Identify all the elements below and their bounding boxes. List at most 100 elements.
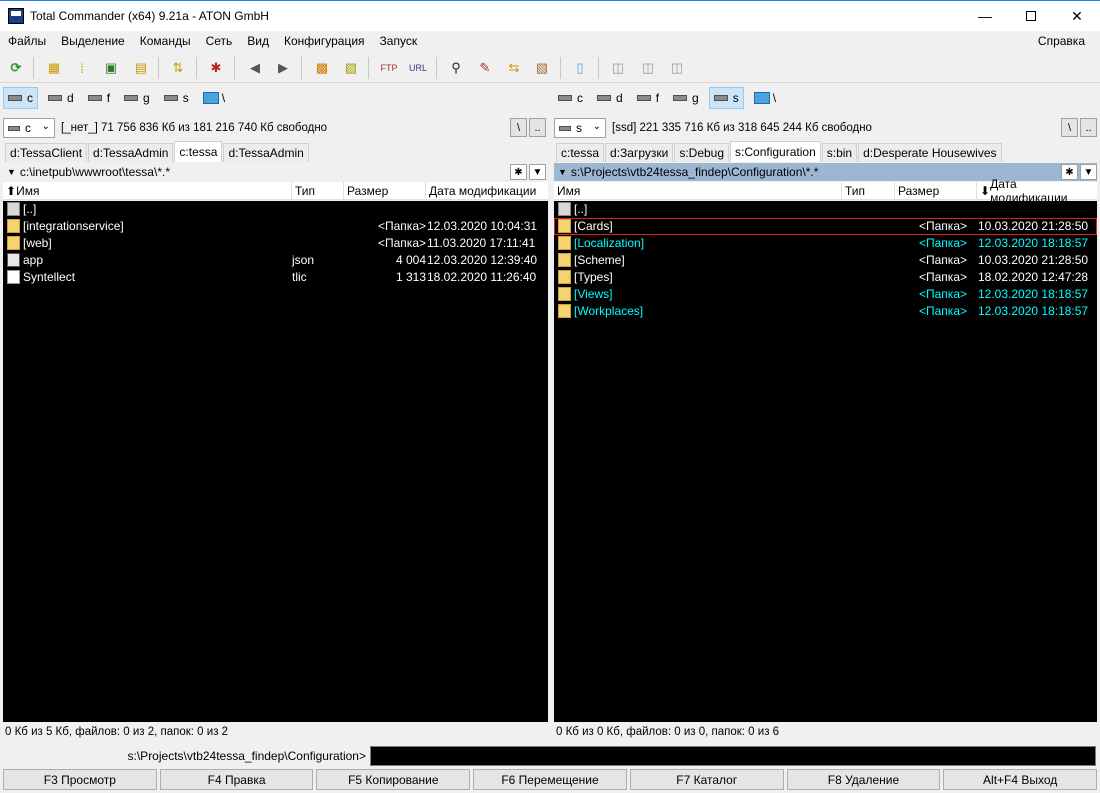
alt-f4-exit-button[interactable]: Alt+F4 Выход xyxy=(943,769,1098,790)
left-file-row[interactable]: [integrationservice] <Папка> 12.03.2020 10… xyxy=(3,218,548,235)
left-col-date[interactable]: Дата модификации xyxy=(426,182,548,200)
refresh-icon[interactable]: ⟳ xyxy=(5,57,27,79)
f3-view-button[interactable]: F3 Просмотр xyxy=(3,769,157,790)
right-info-bar: s ⌄ [ssd] 221 335 716 Кб из 318 645 244 К… xyxy=(554,117,872,139)
left-col-name[interactable]: ⬆ Имя xyxy=(3,182,292,200)
right-up-button[interactable]: .. xyxy=(1080,118,1097,137)
left-path-bar[interactable]: ▼ c:\inetpub\wwwroot\tessa\*.* xyxy=(3,163,548,181)
left-drive-c[interactable]: c xyxy=(3,87,38,109)
right-root-button[interactable]: \ xyxy=(1061,118,1078,137)
left-drive-d[interactable]: d xyxy=(44,87,78,109)
left-filter-button[interactable]: ✱ xyxy=(510,164,527,180)
right-tab-5[interactable]: s:bin xyxy=(821,143,858,162)
copy-names-icon[interactable]: ▧ xyxy=(531,57,553,79)
right-drive-s[interactable]: s xyxy=(708,87,744,109)
close-button[interactable]: ✕ xyxy=(1054,1,1100,31)
user-button-1-icon[interactable]: ◫ xyxy=(607,57,629,79)
right-tab-3[interactable]: s:Debug xyxy=(674,143,730,162)
left-tab-3[interactable]: c:tessa xyxy=(174,141,223,162)
compare-dirs-icon[interactable]: ⇅ xyxy=(167,57,189,79)
left-up-button[interactable]: .. xyxy=(529,118,546,137)
left-tab-1[interactable]: d:TessaClient xyxy=(5,143,88,162)
multi-rename-icon[interactable]: ✎ xyxy=(474,57,496,79)
sync-dirs-icon[interactable]: ⇆ xyxy=(503,57,525,79)
file-icon xyxy=(7,270,20,284)
left-file-row[interactable]: [web] <Папка> 11.03.2020 17:11:41 xyxy=(3,235,548,252)
right-file-row[interactable]: [Cards] <Папка> 10.03.2020 21:28:50 xyxy=(554,218,1097,235)
menu-files[interactable]: Файлы xyxy=(0,34,53,48)
right-tab-6[interactable]: d:Desperate Housewives xyxy=(858,143,1002,162)
right-col-size[interactable]: Размер xyxy=(895,182,977,200)
left-tab-4[interactable]: d:TessaAdmin xyxy=(223,143,309,162)
right-col-date[interactable]: ⬇ Дата модификации xyxy=(977,177,1097,205)
left-drive-network[interactable]: \ xyxy=(199,87,229,109)
menu-help[interactable]: Справка xyxy=(1030,34,1092,48)
left-file-row[interactable]: app json 4 004 12.03.2020 12:39:40 xyxy=(3,252,548,269)
left-col-size[interactable]: Размер xyxy=(344,182,426,200)
left-file-row[interactable]: Syntellect tlic 1 313 18.02.2020 11:26:40 xyxy=(3,269,548,286)
left-drive-f[interactable]: f xyxy=(84,87,114,109)
left-info-bar: c ⌄ [_нет_] 71 756 836 Кб из 181 216 740 … xyxy=(3,117,327,139)
right-drive-combo[interactable]: s ⌄ xyxy=(554,118,606,138)
right-drive-network[interactable]: \ xyxy=(750,87,780,109)
f5-copy-button[interactable]: F5 Копирование xyxy=(316,769,471,790)
right-tab-4[interactable]: s:Configuration xyxy=(730,141,821,162)
right-drive-f[interactable]: f xyxy=(633,87,663,109)
left-file-row[interactable]: [..] xyxy=(3,201,548,218)
right-file-row[interactable]: [Types] <Папка> 18.02.2020 12:47:28 xyxy=(554,269,1097,286)
search-binoculars-icon[interactable]: ⚲ xyxy=(445,57,467,79)
ftp-icon[interactable]: FTP xyxy=(378,57,400,79)
right-drive-d[interactable]: d xyxy=(593,87,627,109)
left-col-type[interactable]: Тип xyxy=(292,182,344,200)
notepad-icon[interactable]: ▯ xyxy=(569,57,591,79)
left-tab-2[interactable]: d:TessaAdmin xyxy=(88,143,174,162)
right-file-row[interactable]: [..] xyxy=(554,201,1097,218)
left-drive-combo[interactable]: c ⌄ xyxy=(3,118,55,138)
right-tab-1[interactable]: c:tessa xyxy=(556,143,605,162)
right-file-row[interactable]: [Views] <Папка> 12.03.2020 18:18:57 xyxy=(554,286,1097,303)
right-file-list[interactable]: [..] [Cards] <Папка> 10.03.2020 21:28:50 [Lo… xyxy=(554,201,1097,722)
left-root-button[interactable]: \ xyxy=(510,118,527,137)
minimize-button[interactable]: — xyxy=(962,1,1008,31)
user-button-3-icon[interactable]: ◫ xyxy=(666,57,688,79)
parent-dir-icon xyxy=(7,202,20,216)
right-col-name[interactable]: Имя xyxy=(554,182,842,200)
right-col-type[interactable]: Тип xyxy=(842,182,895,200)
pack-icon[interactable]: ▩ xyxy=(311,57,333,79)
user-button-2-icon[interactable]: ◫ xyxy=(637,57,659,79)
menu-network[interactable]: Сеть xyxy=(198,34,240,48)
f7-mkdir-button[interactable]: F7 Каталог xyxy=(629,769,784,790)
f4-edit-button[interactable]: F4 Правка xyxy=(159,769,314,790)
tree-view-icon[interactable]: ⁞ xyxy=(71,57,93,79)
maximize-button[interactable] xyxy=(1008,1,1054,31)
right-file-row[interactable]: [Workplaces] <Папка> 12.03.2020 18:18:57 xyxy=(554,303,1097,320)
right-file-row[interactable]: [Scheme] <Папка> 10.03.2020 21:28:50 xyxy=(554,252,1097,269)
menu-configuration[interactable]: Конфигурация xyxy=(276,34,372,48)
unpack-icon[interactable]: ▨ xyxy=(340,57,362,79)
left-drive-s[interactable]: s xyxy=(160,87,193,109)
menu-selection[interactable]: Выделение xyxy=(53,34,132,48)
forward-arrow-icon[interactable]: ▶ xyxy=(272,57,294,79)
right-tab-2[interactable]: d:Загрузки xyxy=(605,143,674,162)
icons-view-icon[interactable]: ▦ xyxy=(43,57,65,79)
menu-commands[interactable]: Команды xyxy=(132,34,198,48)
thumbnails-icon[interactable]: ▣ xyxy=(100,57,122,79)
left-file-list[interactable]: [..] [integrationservice] <Папка> 12.03.202… xyxy=(3,201,548,722)
select-icon[interactable]: ✱ xyxy=(205,57,227,79)
brief-view-icon[interactable]: ▤ xyxy=(130,57,152,79)
back-arrow-icon[interactable]: ◀ xyxy=(244,57,266,79)
right-drive-c[interactable]: c xyxy=(554,87,587,109)
app-icon[interactable] xyxy=(8,8,24,24)
drive-icon xyxy=(8,125,20,131)
command-line-input[interactable] xyxy=(370,746,1096,766)
menu-view[interactable]: Вид xyxy=(239,34,276,48)
f8-delete-button[interactable]: F8 Удаление xyxy=(786,769,941,790)
left-history-button[interactable]: ▼ xyxy=(529,164,546,180)
menu-start[interactable]: Запуск xyxy=(372,34,425,48)
right-drive-g[interactable]: g xyxy=(669,87,703,109)
url-icon[interactable]: URL xyxy=(407,57,429,79)
file-type: json xyxy=(292,253,315,267)
left-drive-g[interactable]: g xyxy=(120,87,154,109)
right-file-row[interactable]: [Localization] <Папка> 12.03.2020 18:18:57 xyxy=(554,235,1097,252)
f6-move-button[interactable]: F6 Перемещение xyxy=(473,769,627,790)
